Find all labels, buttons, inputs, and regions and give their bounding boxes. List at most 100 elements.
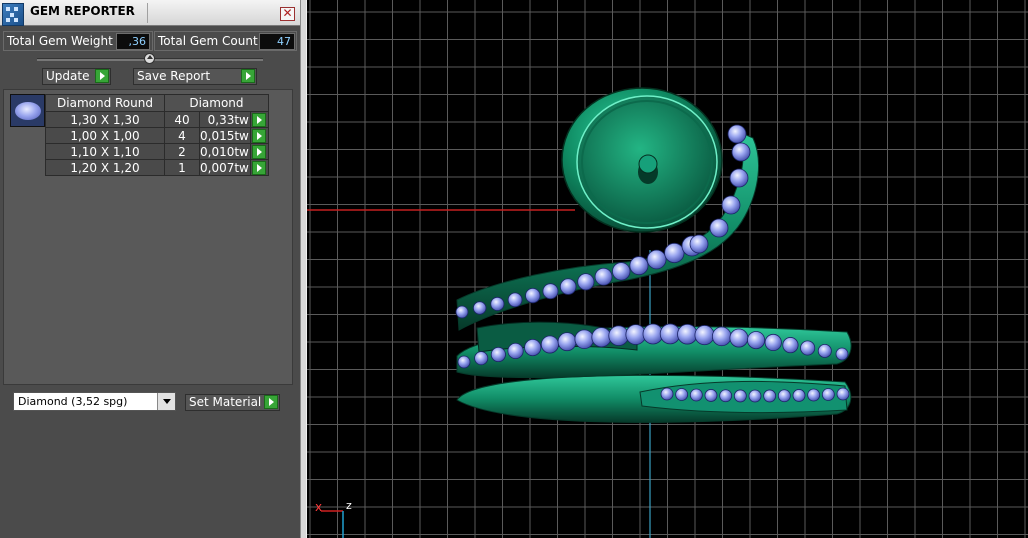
gem-stone xyxy=(709,218,729,238)
total-count-value: 47 xyxy=(259,33,295,50)
gem-table: Diamond Round Diamond 1,30 X 1,30 40 0,3… xyxy=(45,94,269,176)
gem-stone xyxy=(591,327,612,348)
gem-stone xyxy=(574,329,595,350)
center-post xyxy=(638,154,658,174)
title-divider xyxy=(147,3,148,23)
gem-reporter-panel: GEM REPORTER ✕ Total Gem Weight ,36 Tota… xyxy=(0,0,300,538)
window-title: GEM REPORTER xyxy=(30,4,135,18)
gem-stone xyxy=(577,273,595,291)
row-select-cell[interactable] xyxy=(249,159,269,176)
gem-stone xyxy=(836,387,850,401)
gem-stone xyxy=(694,325,715,346)
gem-stone xyxy=(474,351,489,366)
set-material-play-arrow-icon[interactable] xyxy=(264,395,278,409)
gem-weight-cell: 0,010tw xyxy=(199,143,251,160)
gem-shape-header: Diamond Round xyxy=(45,94,165,112)
panel-splitter[interactable] xyxy=(300,0,307,538)
chevron-down-icon[interactable] xyxy=(157,393,175,410)
play-arrow-icon[interactable] xyxy=(251,129,266,143)
gem-stone xyxy=(629,256,649,276)
table-row[interactable]: 1,00 X 1,00 4 0,015tw xyxy=(45,127,269,144)
axis-x-label: x xyxy=(315,500,323,514)
diamond-round-gem-icon xyxy=(10,94,45,127)
gem-stone xyxy=(763,389,777,403)
gem-stone xyxy=(711,326,732,347)
save-report-button-label: Save Report xyxy=(137,69,211,83)
table-row[interactable]: 1,30 X 1,30 40 0,33tw xyxy=(45,111,269,128)
gem-stone xyxy=(731,142,751,162)
material-dropdown[interactable]: Diamond (3,52 spg) xyxy=(13,392,176,411)
gem-stone xyxy=(612,262,631,281)
gem-stone xyxy=(782,337,799,354)
gem-weight-cell: 0,007tw xyxy=(199,159,251,176)
gem-stone xyxy=(689,388,703,402)
gem-stone xyxy=(559,278,577,295)
gem-reporter-app-icon xyxy=(2,3,24,26)
gem-stone xyxy=(646,249,667,270)
total-weight-label: Total Gem Weight xyxy=(7,34,113,48)
play-arrow-icon[interactable] xyxy=(251,145,266,159)
gem-stone xyxy=(733,389,747,403)
gem-material-header: Diamond xyxy=(164,94,269,112)
play-arrow-icon[interactable] xyxy=(251,161,266,175)
gem-stone xyxy=(490,346,506,363)
slider-handle[interactable] xyxy=(144,53,155,64)
gem-stone xyxy=(675,388,689,401)
gem-count-cell: 40 xyxy=(164,111,200,128)
gem-weight-cell: 0,015tw xyxy=(199,127,251,144)
gem-stone xyxy=(664,242,685,264)
play-arrow-icon[interactable] xyxy=(251,113,266,127)
gem-stone xyxy=(542,283,559,300)
gem-stone xyxy=(660,387,674,401)
row-select-cell[interactable] xyxy=(249,143,269,160)
gem-stone xyxy=(748,389,762,403)
gem-stone xyxy=(557,332,577,352)
gem-stone xyxy=(807,388,821,402)
gem-stone xyxy=(792,389,806,402)
gem-stone xyxy=(677,324,698,345)
row-select-cell[interactable] xyxy=(249,111,269,128)
3d-viewport[interactable]: x z xyxy=(307,0,1028,538)
save-report-play-arrow-icon[interactable] xyxy=(241,69,255,83)
axis-z-label: z xyxy=(346,499,352,512)
gem-stone xyxy=(490,296,505,311)
gem-stone xyxy=(727,124,747,144)
gem-stone xyxy=(455,305,469,319)
gem-stone xyxy=(457,355,471,369)
total-weight-value: ,36 xyxy=(116,33,150,50)
set-material-button-label: Set Material xyxy=(189,395,262,409)
gem-count-cell: 1 xyxy=(164,159,200,176)
gem-stone xyxy=(729,168,749,188)
save-report-button[interactable]: Save Report xyxy=(133,68,257,85)
row-select-cell[interactable] xyxy=(249,127,269,144)
gem-stone xyxy=(821,388,835,401)
gem-stone xyxy=(472,301,487,315)
table-row[interactable]: 1,10 X 1,10 2 0,010tw xyxy=(45,143,269,160)
gem-stone xyxy=(689,234,709,254)
gem-stone xyxy=(800,340,816,356)
gem-stone xyxy=(721,195,741,215)
gem-stone xyxy=(817,343,832,358)
gem-stone xyxy=(594,267,613,286)
gem-size-cell: 1,20 X 1,20 xyxy=(45,159,165,176)
table-row[interactable]: 1,20 X 1,20 1 0,007tw xyxy=(45,159,269,176)
close-icon[interactable]: ✕ xyxy=(280,7,295,21)
3d-scene xyxy=(307,0,1028,538)
gem-weight-cell: 0,33tw xyxy=(199,111,251,128)
update-play-arrow-icon[interactable] xyxy=(95,69,109,83)
gem-stone xyxy=(777,389,791,403)
gem-stone xyxy=(747,331,766,350)
gem-stone xyxy=(507,292,523,308)
gem-stone xyxy=(540,335,559,354)
gem-stone xyxy=(525,287,541,304)
gem-stone xyxy=(524,339,542,357)
update-button-label: Update xyxy=(46,69,90,83)
total-count-label: Total Gem Count xyxy=(158,34,258,48)
gem-stone xyxy=(704,389,718,402)
gem-stone xyxy=(729,328,749,348)
title-bar[interactable]: GEM REPORTER ✕ xyxy=(0,0,300,26)
gem-size-cell: 1,10 X 1,10 xyxy=(45,143,165,160)
gem-count-cell: 4 xyxy=(164,127,200,144)
gem-stone xyxy=(719,389,733,403)
gem-count-cell: 2 xyxy=(164,143,200,160)
